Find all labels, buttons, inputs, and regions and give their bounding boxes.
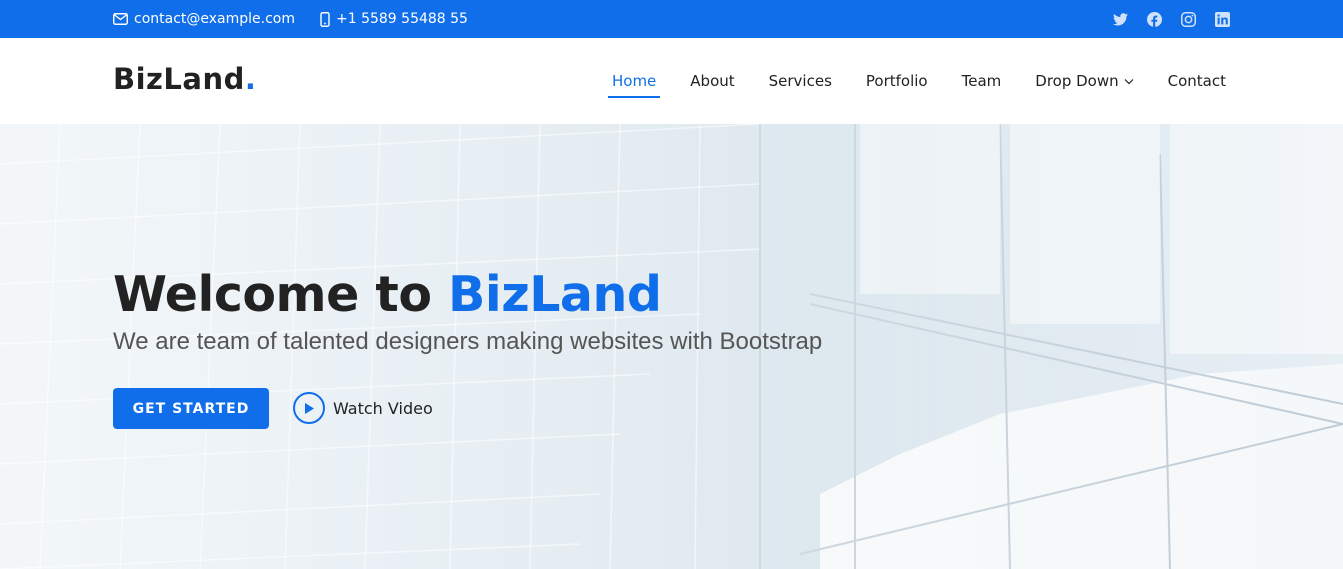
phone-icon [320,11,330,27]
phone-item[interactable]: +1 5589 55488 55 [320,11,468,27]
hero-title-accent: BizLand [448,266,662,323]
chevron-down-icon [1124,78,1134,84]
email-text: contact@example.com [134,11,295,27]
nav-portfolio[interactable]: Portfolio [866,66,928,96]
nav-services-label: Services [768,72,832,90]
get-started-button[interactable]: GET STARTED [113,388,269,429]
nav-contact[interactable]: Contact [1168,66,1226,96]
hero-subtitle: We are team of talented designers making… [113,328,823,355]
hero-title: Welcome to BizLand [113,266,662,323]
envelope-icon [113,13,128,25]
watch-video-label: Watch Video [333,398,433,418]
topbar: contact@example.com +1 5589 55488 55 [0,0,1343,38]
instagram-icon[interactable] [1180,11,1196,27]
main-nav: Home About Services Portfolio Team Drop … [578,38,1226,124]
phone-text: +1 5589 55488 55 [336,11,468,27]
watch-video-button[interactable]: Watch Video [293,391,433,425]
get-started-label: GET STARTED [132,400,250,417]
nav-dropdown-label: Drop Down [1035,72,1119,90]
contact-info: contact@example.com +1 5589 55488 55 [113,0,493,38]
email-item[interactable]: contact@example.com [113,11,295,27]
nav-team[interactable]: Team [962,66,1002,96]
facebook-icon[interactable] [1146,11,1162,27]
twitter-icon[interactable] [1112,11,1128,27]
logo-dot: . [244,62,257,96]
nav-about[interactable]: About [690,66,734,96]
play-icon [293,392,325,424]
linkedin-icon[interactable] [1214,11,1230,27]
nav-about-label: About [690,72,735,90]
social-links [1094,0,1230,38]
header: BizLand. Home About Services Portfolio T… [0,38,1343,124]
hero-section: Welcome to BizLand We are team of talent… [0,124,1343,569]
logo[interactable]: BizLand. [113,62,256,96]
nav-dropdown[interactable]: Drop Down [1035,66,1134,96]
hero-title-prefix: Welcome to [113,266,449,323]
logo-text: BizLand [113,62,245,96]
nav-portfolio-label: Portfolio [865,72,928,90]
nav-team-label: Team [961,72,1002,90]
nav-services[interactable]: Services [769,66,832,96]
nav-home[interactable]: Home [607,66,661,98]
nav-contact-label: Contact [1167,72,1226,90]
nav-home-label: Home [611,72,657,90]
